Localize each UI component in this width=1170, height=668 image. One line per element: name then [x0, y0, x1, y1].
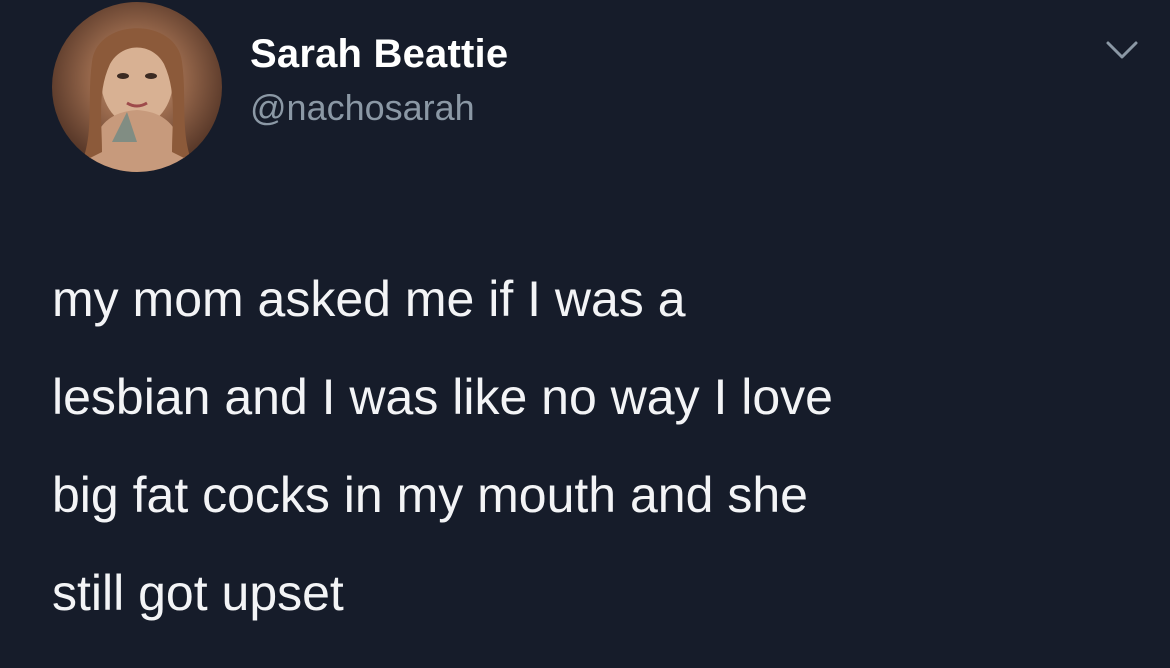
avatar[interactable] [52, 2, 222, 172]
tweet-text-line: my mom asked me if I was a [52, 271, 686, 327]
tweet-menu-button[interactable] [1104, 38, 1140, 62]
tweet-text: my mom asked me if I was a lesbian and I… [52, 250, 1132, 642]
tweet-header: Sarah Beattie @nachosarah [52, 2, 1142, 174]
tweet-text-line: big fat cocks in my mouth and she [52, 467, 808, 523]
chevron-down-icon [1106, 41, 1138, 59]
avatar-image [82, 28, 192, 172]
tweet-card: Sarah Beattie @nachosarah my mom asked m… [0, 0, 1170, 668]
tweet-text-line: still got upset [52, 565, 344, 621]
author-display-name[interactable]: Sarah Beattie [250, 30, 508, 78]
author-info: Sarah Beattie @nachosarah [250, 30, 508, 132]
author-handle[interactable]: @nachosarah [250, 84, 508, 132]
tweet-text-line: lesbian and I was like no way I love [52, 369, 833, 425]
